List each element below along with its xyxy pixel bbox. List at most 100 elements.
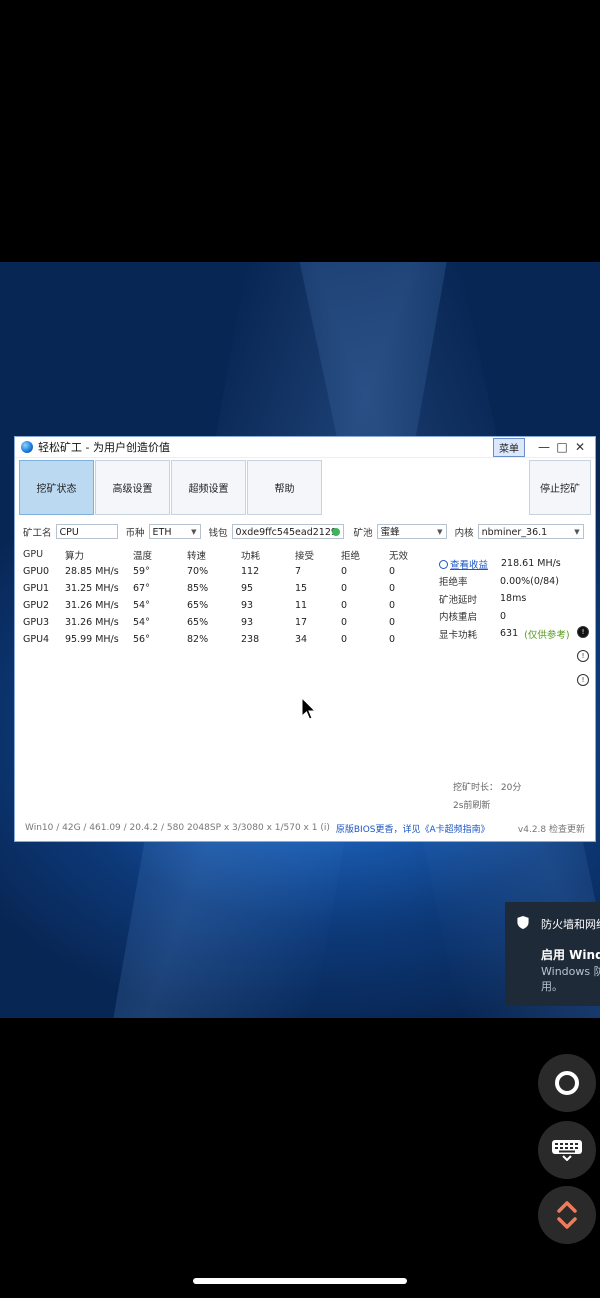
chevron-down-icon: ▼ — [437, 528, 443, 536]
table-cell: 11 — [295, 600, 308, 611]
stat-row-income: 查看收益 218.61 MH/s — [439, 555, 579, 573]
keyboard-icon — [552, 1140, 582, 1161]
tab-help[interactable]: 帮助 — [247, 460, 322, 515]
wallet-label: 钱包 — [208, 527, 228, 539]
table-cell: 31.26 MH/s — [65, 600, 119, 611]
tab-advanced-settings[interactable]: 高级设置 — [95, 460, 170, 515]
table-row: GPU4 95.99 MH/s 56° 82% 238 34 0 0 — [23, 631, 429, 648]
table-row: GPU3 31.26 MH/s 54° 65% 93 17 0 0 — [23, 614, 429, 631]
table-cell: 0 — [341, 583, 348, 594]
kernel-value: nbminer_36.1 — [481, 527, 548, 538]
tab-mining-status[interactable]: 挖矿状态 — [19, 460, 94, 515]
coin-select[interactable]: ETH ▼ — [148, 524, 201, 539]
notification-text: 用。 — [541, 980, 563, 993]
version-check-update[interactable]: v4.2.8 检查更新 — [518, 822, 585, 835]
circle-icon — [555, 1071, 579, 1095]
column-header: 拒绝 — [341, 550, 361, 562]
keyboard-button[interactable] — [538, 1121, 596, 1179]
notification-headline: 启用 Windows 防火墙 — [541, 948, 600, 962]
table-cell: 82% — [187, 634, 209, 645]
app-logo-icon — [21, 441, 33, 453]
table-cell: 238 — [241, 634, 260, 645]
pool-latency-value: 18ms — [500, 593, 527, 605]
notification-text: Windows 防火墙已关闭。 — [541, 965, 600, 978]
kernel-restart-label: 内核重启 — [439, 612, 478, 624]
runtime-value: 20分 — [500, 783, 522, 793]
table-row: GPU0 28.85 MH/s 59° 70% 112 7 0 0 — [23, 563, 429, 580]
table-cell: 93 — [241, 617, 254, 628]
table-cell: 0 — [341, 600, 348, 611]
home-indicator[interactable] — [193, 1278, 407, 1284]
stop-mining-button[interactable]: 停止挖矿 — [529, 460, 591, 515]
stat-row-reject: 拒绝率 0.00%(0/84) — [439, 573, 579, 591]
table-cell: 0 — [341, 617, 348, 628]
view-income-link[interactable]: 查看收益 — [450, 557, 491, 571]
status-bar: Win10 / 42G / 461.09 / 20.4.2 / 580 2048… — [15, 815, 595, 841]
system-info: Win10 / 42G / 461.09 / 20.4.2 / 580 2048… — [25, 823, 330, 833]
mining-runtime: 挖矿时长： 20分 — [453, 780, 521, 793]
table-cell: 59° — [133, 566, 150, 577]
table-cell: 0 — [389, 617, 396, 628]
column-header: GPU — [23, 549, 44, 560]
gpu-power-label: 显卡功耗 — [439, 629, 478, 641]
table-cell: 54° — [133, 617, 150, 628]
table-cell: 0 — [389, 566, 396, 577]
info-icon[interactable]: ! — [577, 650, 589, 662]
coin-label: 币种 — [125, 527, 145, 539]
coin-value: ETH — [152, 527, 172, 538]
stats-panel: 查看收益 218.61 MH/s 拒绝率 0.00%(0/84) 矿池延时 18… — [439, 555, 579, 643]
minimize-button[interactable]: — — [535, 440, 553, 454]
kernel-label: 内核 — [454, 527, 474, 539]
table-cell: 95 — [241, 583, 254, 594]
menu-button[interactable]: 菜单 — [493, 437, 525, 457]
maximize-button[interactable]: □ — [553, 440, 571, 454]
scroll-arrows-button[interactable] — [538, 1186, 596, 1244]
info-icon[interactable]: ! — [577, 674, 589, 686]
shield-icon — [517, 916, 529, 929]
search-icon[interactable] — [439, 560, 448, 570]
up-down-arrows-icon — [557, 1201, 577, 1229]
table-cell: GPU4 — [23, 634, 50, 645]
table-cell: 0 — [389, 600, 396, 611]
table-cell: 0 — [341, 634, 348, 645]
main-toolbar: 挖矿状态 高级设置 超频设置 帮助 停止挖矿 — [15, 458, 595, 519]
gpu-table: GPU 算力 温度 转速 功耗 接受 拒绝 无效 GPU0 28.85 MH/s… — [23, 546, 429, 648]
stat-row-latency: 矿池延时 18ms — [439, 590, 579, 608]
gpu-power-value: 631 — [500, 628, 519, 640]
eye-icon[interactable] — [331, 527, 340, 536]
hashrate-value: 218.61 MH/s — [501, 558, 561, 570]
firewall-notification[interactable]: 防火墙和网络保护 启用 Windows 防火墙 Windows 防火墙已关闭。 … — [505, 902, 600, 1006]
table-cell: 15 — [295, 583, 308, 594]
chevron-down-icon: ▼ — [574, 528, 580, 536]
worker-name-input[interactable]: CPU — [55, 524, 118, 539]
table-row: GPU1 31.25 MH/s 67° 85% 95 15 0 0 — [23, 580, 429, 597]
window-title: 轻松矿工 - 为用户创造价值 — [38, 441, 170, 454]
column-header: 接受 — [295, 550, 315, 562]
wallet-input[interactable]: 0xde9ffc545ead2129 — [231, 524, 344, 539]
title-bar[interactable]: 轻松矿工 - 为用户创造价值 菜单 — □ ✕ — [15, 437, 595, 458]
close-button[interactable]: ✕ — [571, 440, 589, 454]
column-header: 转速 — [187, 550, 207, 562]
table-header-row: GPU 算力 温度 转速 功耗 接受 拒绝 无效 — [23, 546, 429, 563]
table-cell: 17 — [295, 617, 308, 628]
circle-button[interactable] — [538, 1054, 596, 1112]
table-cell: 7 — [295, 566, 302, 577]
pool-select[interactable]: 蜜蜂 ▼ — [376, 524, 447, 539]
info-icon[interactable]: ! — [577, 626, 589, 638]
runtime-label: 挖矿时长： — [453, 783, 499, 793]
table-cell: 67° — [133, 583, 150, 594]
table-cell: 56° — [133, 634, 150, 645]
mining-status-panel: GPU 算力 温度 转速 功耗 接受 拒绝 无效 GPU0 28.85 MH/s… — [15, 542, 595, 818]
kernel-select[interactable]: nbminer_36.1 ▼ — [477, 524, 584, 539]
table-cell: GPU0 — [23, 566, 50, 577]
tab-overclock-settings[interactable]: 超频设置 — [171, 460, 246, 515]
table-cell: 93 — [241, 600, 254, 611]
table-cell: GPU3 — [23, 617, 50, 628]
config-row: 矿工名 CPU 币种 ETH ▼ 钱包 0xde9ffc545ead2129 矿池… — [15, 519, 595, 542]
power-note: (仅供参考) — [524, 629, 570, 641]
miner-window: 轻松矿工 - 为用户创造价值 菜单 — □ ✕ 挖矿状态 高级设置 超频设置 帮… — [14, 436, 596, 842]
table-cell: 0 — [341, 566, 348, 577]
bios-guide-link[interactable]: 原版BIOS更香，详见《A卡超频指南》 — [336, 822, 490, 835]
reject-rate-label: 拒绝率 — [439, 577, 468, 589]
table-row: GPU2 31.26 MH/s 54° 65% 93 11 0 0 — [23, 597, 429, 614]
